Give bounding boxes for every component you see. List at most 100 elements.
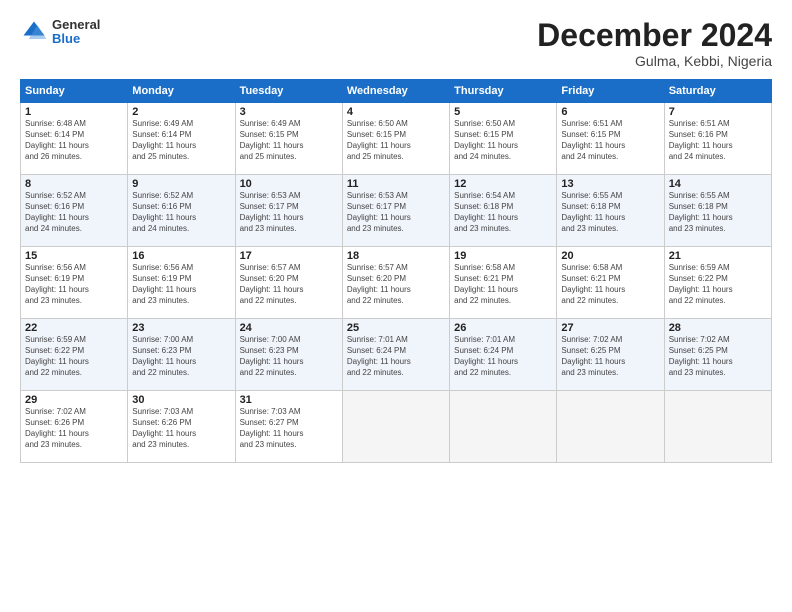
day-number: 17 bbox=[240, 250, 338, 262]
day-info: Sunrise: 7:00 AM Sunset: 6:23 PM Dayligh… bbox=[240, 335, 338, 378]
day-number: 25 bbox=[347, 322, 445, 334]
day-number: 13 bbox=[561, 178, 659, 190]
logo-blue: Blue bbox=[52, 32, 100, 46]
day-number: 5 bbox=[454, 106, 552, 118]
day-info: Sunrise: 6:55 AM Sunset: 6:18 PM Dayligh… bbox=[669, 191, 767, 234]
calendar-table: Sunday Monday Tuesday Wednesday Thursday… bbox=[20, 79, 772, 463]
table-row bbox=[664, 391, 771, 463]
table-row: 19Sunrise: 6:58 AM Sunset: 6:21 PM Dayli… bbox=[450, 247, 557, 319]
day-number: 6 bbox=[561, 106, 659, 118]
day-info: Sunrise: 7:00 AM Sunset: 6:23 PM Dayligh… bbox=[132, 335, 230, 378]
table-row: 6Sunrise: 6:51 AM Sunset: 6:15 PM Daylig… bbox=[557, 103, 664, 175]
day-info: Sunrise: 6:55 AM Sunset: 6:18 PM Dayligh… bbox=[561, 191, 659, 234]
col-wednesday: Wednesday bbox=[342, 80, 449, 103]
table-row: 13Sunrise: 6:55 AM Sunset: 6:18 PM Dayli… bbox=[557, 175, 664, 247]
table-row: 24Sunrise: 7:00 AM Sunset: 6:23 PM Dayli… bbox=[235, 319, 342, 391]
table-row: 26Sunrise: 7:01 AM Sunset: 6:24 PM Dayli… bbox=[450, 319, 557, 391]
day-info: Sunrise: 6:54 AM Sunset: 6:18 PM Dayligh… bbox=[454, 191, 552, 234]
day-info: Sunrise: 6:56 AM Sunset: 6:19 PM Dayligh… bbox=[132, 263, 230, 306]
table-row: 27Sunrise: 7:02 AM Sunset: 6:25 PM Dayli… bbox=[557, 319, 664, 391]
day-info: Sunrise: 7:03 AM Sunset: 6:27 PM Dayligh… bbox=[240, 407, 338, 450]
table-row: 30Sunrise: 7:03 AM Sunset: 6:26 PM Dayli… bbox=[128, 391, 235, 463]
day-number: 30 bbox=[132, 394, 230, 406]
table-row bbox=[557, 391, 664, 463]
day-info: Sunrise: 6:52 AM Sunset: 6:16 PM Dayligh… bbox=[132, 191, 230, 234]
table-row: 12Sunrise: 6:54 AM Sunset: 6:18 PM Dayli… bbox=[450, 175, 557, 247]
day-number: 2 bbox=[132, 106, 230, 118]
day-number: 27 bbox=[561, 322, 659, 334]
title-area: December 2024 Gulma, Kebbi, Nigeria bbox=[537, 18, 772, 69]
col-tuesday: Tuesday bbox=[235, 80, 342, 103]
day-info: Sunrise: 6:50 AM Sunset: 6:15 PM Dayligh… bbox=[347, 119, 445, 162]
month-title: December 2024 bbox=[537, 18, 772, 53]
day-info: Sunrise: 6:58 AM Sunset: 6:21 PM Dayligh… bbox=[561, 263, 659, 306]
table-row: 5Sunrise: 6:50 AM Sunset: 6:15 PM Daylig… bbox=[450, 103, 557, 175]
header: General Blue December 2024 Gulma, Kebbi,… bbox=[20, 18, 772, 69]
table-row: 28Sunrise: 7:02 AM Sunset: 6:25 PM Dayli… bbox=[664, 319, 771, 391]
col-monday: Monday bbox=[128, 80, 235, 103]
day-info: Sunrise: 6:48 AM Sunset: 6:14 PM Dayligh… bbox=[25, 119, 123, 162]
table-row bbox=[450, 391, 557, 463]
day-info: Sunrise: 6:58 AM Sunset: 6:21 PM Dayligh… bbox=[454, 263, 552, 306]
day-number: 24 bbox=[240, 322, 338, 334]
day-number: 10 bbox=[240, 178, 338, 190]
day-info: Sunrise: 6:59 AM Sunset: 6:22 PM Dayligh… bbox=[669, 263, 767, 306]
calendar-week-1: 1Sunrise: 6:48 AM Sunset: 6:14 PM Daylig… bbox=[21, 103, 772, 175]
day-info: Sunrise: 7:02 AM Sunset: 6:25 PM Dayligh… bbox=[561, 335, 659, 378]
day-info: Sunrise: 6:49 AM Sunset: 6:14 PM Dayligh… bbox=[132, 119, 230, 162]
day-info: Sunrise: 7:01 AM Sunset: 6:24 PM Dayligh… bbox=[347, 335, 445, 378]
col-friday: Friday bbox=[557, 80, 664, 103]
day-info: Sunrise: 6:57 AM Sunset: 6:20 PM Dayligh… bbox=[347, 263, 445, 306]
day-number: 20 bbox=[561, 250, 659, 262]
table-row: 4Sunrise: 6:50 AM Sunset: 6:15 PM Daylig… bbox=[342, 103, 449, 175]
day-number: 26 bbox=[454, 322, 552, 334]
calendar-week-2: 8Sunrise: 6:52 AM Sunset: 6:16 PM Daylig… bbox=[21, 175, 772, 247]
day-number: 16 bbox=[132, 250, 230, 262]
logo-general: General bbox=[52, 18, 100, 32]
day-number: 15 bbox=[25, 250, 123, 262]
table-row: 14Sunrise: 6:55 AM Sunset: 6:18 PM Dayli… bbox=[664, 175, 771, 247]
table-row: 18Sunrise: 6:57 AM Sunset: 6:20 PM Dayli… bbox=[342, 247, 449, 319]
day-info: Sunrise: 6:49 AM Sunset: 6:15 PM Dayligh… bbox=[240, 119, 338, 162]
day-info: Sunrise: 6:52 AM Sunset: 6:16 PM Dayligh… bbox=[25, 191, 123, 234]
day-number: 3 bbox=[240, 106, 338, 118]
day-number: 1 bbox=[25, 106, 123, 118]
table-row: 17Sunrise: 6:57 AM Sunset: 6:20 PM Dayli… bbox=[235, 247, 342, 319]
day-info: Sunrise: 7:02 AM Sunset: 6:26 PM Dayligh… bbox=[25, 407, 123, 450]
calendar-week-4: 22Sunrise: 6:59 AM Sunset: 6:22 PM Dayli… bbox=[21, 319, 772, 391]
day-info: Sunrise: 6:56 AM Sunset: 6:19 PM Dayligh… bbox=[25, 263, 123, 306]
day-info: Sunrise: 6:59 AM Sunset: 6:22 PM Dayligh… bbox=[25, 335, 123, 378]
day-number: 4 bbox=[347, 106, 445, 118]
day-info: Sunrise: 6:57 AM Sunset: 6:20 PM Dayligh… bbox=[240, 263, 338, 306]
table-row: 15Sunrise: 6:56 AM Sunset: 6:19 PM Dayli… bbox=[21, 247, 128, 319]
table-row: 31Sunrise: 7:03 AM Sunset: 6:27 PM Dayli… bbox=[235, 391, 342, 463]
table-row: 8Sunrise: 6:52 AM Sunset: 6:16 PM Daylig… bbox=[21, 175, 128, 247]
table-row: 21Sunrise: 6:59 AM Sunset: 6:22 PM Dayli… bbox=[664, 247, 771, 319]
table-row: 20Sunrise: 6:58 AM Sunset: 6:21 PM Dayli… bbox=[557, 247, 664, 319]
table-row: 2Sunrise: 6:49 AM Sunset: 6:14 PM Daylig… bbox=[128, 103, 235, 175]
day-info: Sunrise: 6:53 AM Sunset: 6:17 PM Dayligh… bbox=[240, 191, 338, 234]
day-info: Sunrise: 7:03 AM Sunset: 6:26 PM Dayligh… bbox=[132, 407, 230, 450]
day-number: 23 bbox=[132, 322, 230, 334]
logo-icon bbox=[20, 18, 48, 46]
calendar-week-3: 15Sunrise: 6:56 AM Sunset: 6:19 PM Dayli… bbox=[21, 247, 772, 319]
header-row: Sunday Monday Tuesday Wednesday Thursday… bbox=[21, 80, 772, 103]
calendar-week-5: 29Sunrise: 7:02 AM Sunset: 6:26 PM Dayli… bbox=[21, 391, 772, 463]
day-number: 14 bbox=[669, 178, 767, 190]
table-row: 9Sunrise: 6:52 AM Sunset: 6:16 PM Daylig… bbox=[128, 175, 235, 247]
table-row: 29Sunrise: 7:02 AM Sunset: 6:26 PM Dayli… bbox=[21, 391, 128, 463]
col-thursday: Thursday bbox=[450, 80, 557, 103]
table-row: 11Sunrise: 6:53 AM Sunset: 6:17 PM Dayli… bbox=[342, 175, 449, 247]
col-saturday: Saturday bbox=[664, 80, 771, 103]
day-number: 7 bbox=[669, 106, 767, 118]
day-info: Sunrise: 6:53 AM Sunset: 6:17 PM Dayligh… bbox=[347, 191, 445, 234]
table-row: 22Sunrise: 6:59 AM Sunset: 6:22 PM Dayli… bbox=[21, 319, 128, 391]
day-number: 31 bbox=[240, 394, 338, 406]
day-number: 29 bbox=[25, 394, 123, 406]
day-number: 9 bbox=[132, 178, 230, 190]
day-number: 8 bbox=[25, 178, 123, 190]
day-info: Sunrise: 7:01 AM Sunset: 6:24 PM Dayligh… bbox=[454, 335, 552, 378]
table-row: 3Sunrise: 6:49 AM Sunset: 6:15 PM Daylig… bbox=[235, 103, 342, 175]
day-info: Sunrise: 6:50 AM Sunset: 6:15 PM Dayligh… bbox=[454, 119, 552, 162]
table-row: 10Sunrise: 6:53 AM Sunset: 6:17 PM Dayli… bbox=[235, 175, 342, 247]
